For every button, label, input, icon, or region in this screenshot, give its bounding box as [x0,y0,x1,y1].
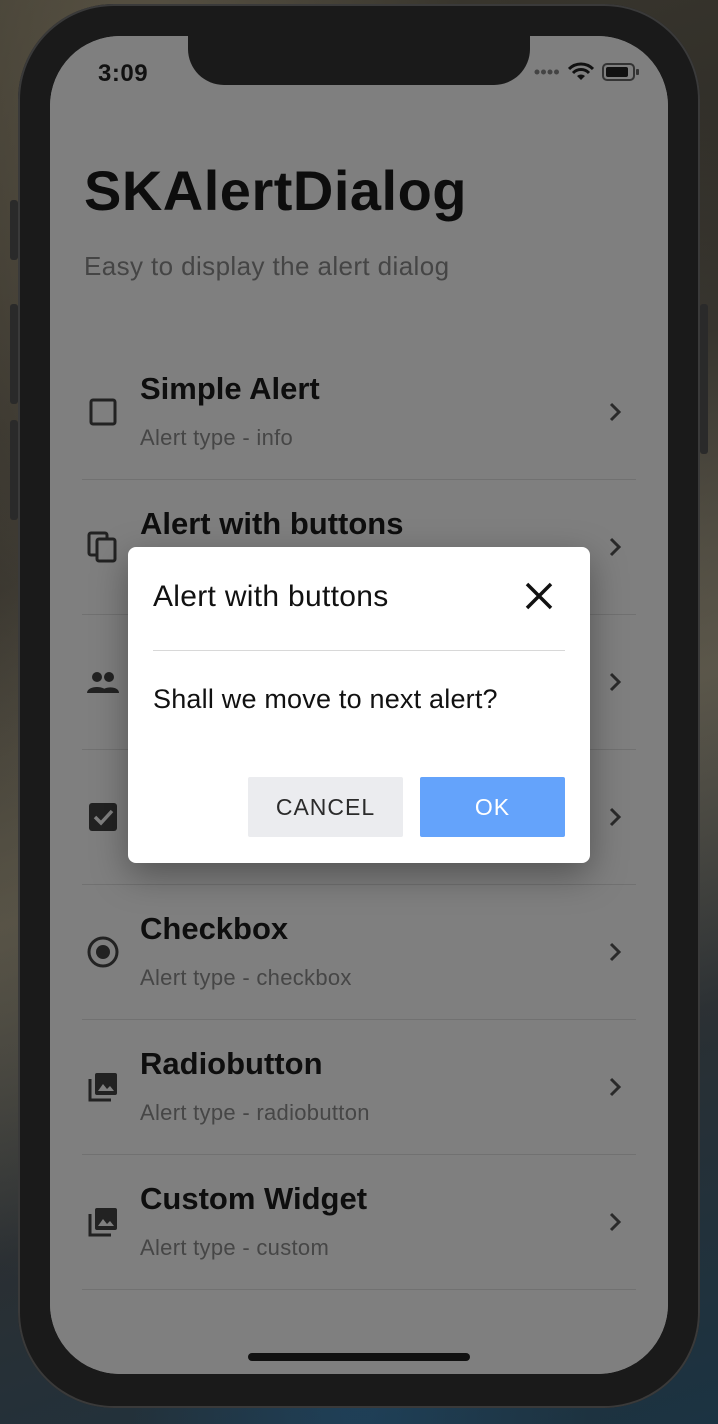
battery-icon [602,63,639,81]
cancel-button[interactable]: CANCEL [248,777,403,837]
alert-dialog: Alert with buttons Shall we move to next… [128,547,590,863]
phone-notch [188,36,530,85]
signal-icon [534,69,559,75]
dialog-message: Shall we move to next alert? [153,684,498,714]
status-icons [534,62,640,82]
dialog-title: Alert with buttons [153,580,389,613]
ok-button[interactable]: OK [420,777,565,837]
wifi-icon [568,62,594,80]
home-indicator[interactable] [248,1353,470,1361]
dialog-divider [153,650,565,651]
close-icon[interactable] [522,579,556,613]
status-time: 3:09 [98,60,149,87]
